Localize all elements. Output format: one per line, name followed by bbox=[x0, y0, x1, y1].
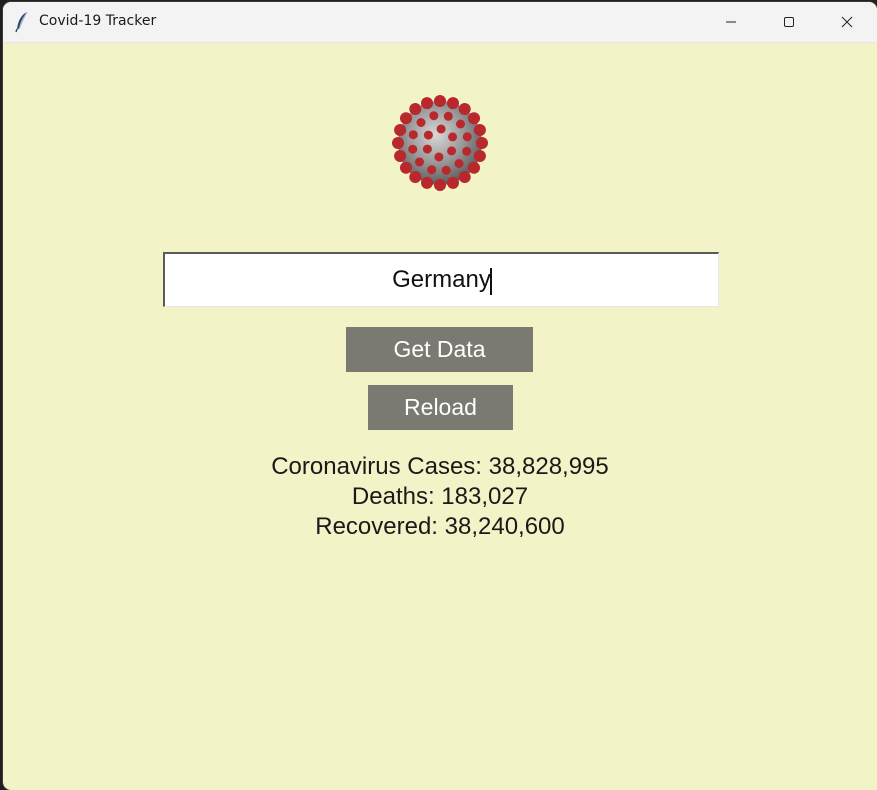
virus-spike bbox=[447, 176, 459, 189]
virus-spike bbox=[427, 165, 437, 175]
get-data-button[interactable]: Get Data bbox=[346, 327, 533, 372]
virus-spike bbox=[422, 144, 432, 154]
virus-spike bbox=[394, 150, 407, 162]
feather-icon bbox=[13, 11, 33, 33]
virus-spike bbox=[408, 144, 418, 154]
reload-button[interactable]: Reload bbox=[368, 385, 513, 430]
virus-spike bbox=[473, 124, 486, 136]
virus-spike bbox=[462, 132, 472, 142]
recovered-text: Recovered: 38,240,600 bbox=[315, 513, 565, 540]
cases-text: Coronavirus Cases: 38,828,995 bbox=[271, 453, 609, 480]
results-panel: Coronavirus Cases: 38,828,995 Deaths: 18… bbox=[153, 452, 727, 542]
virus-spike bbox=[409, 103, 422, 115]
maximize-button[interactable] bbox=[760, 2, 818, 42]
virus-spike bbox=[408, 130, 418, 140]
deaths-text: Deaths: 183,027 bbox=[351, 483, 529, 510]
title-bar[interactable]: Covid-19 Tracker bbox=[3, 2, 877, 43]
virus-spike bbox=[392, 137, 404, 149]
virus-spike bbox=[400, 161, 412, 174]
virus-spike bbox=[447, 97, 459, 110]
virus-spike bbox=[434, 95, 446, 107]
virus-spike bbox=[400, 112, 412, 125]
coronavirus-icon bbox=[377, 80, 503, 206]
virus-spike bbox=[423, 130, 433, 140]
virus-spike bbox=[468, 112, 480, 125]
virus-spike bbox=[429, 111, 439, 121]
virus-spike bbox=[468, 161, 480, 174]
virus-spike bbox=[458, 103, 471, 115]
virus-spike bbox=[473, 150, 486, 162]
virus-spike bbox=[409, 171, 422, 183]
window-title: Covid-19 Tracker bbox=[39, 13, 157, 29]
app-window: Covid-19 Tracker Get Data Reload bbox=[3, 2, 877, 790]
minimize-button[interactable] bbox=[702, 2, 760, 42]
close-button[interactable] bbox=[818, 2, 876, 42]
virus-spike bbox=[447, 146, 457, 156]
virus-spike bbox=[394, 124, 407, 136]
virus-spike bbox=[441, 165, 451, 175]
virus-spike bbox=[415, 157, 424, 167]
text-caret bbox=[490, 268, 492, 295]
virus-spike bbox=[456, 119, 465, 129]
virus-spike bbox=[421, 97, 433, 110]
virus-spike bbox=[458, 171, 471, 183]
maximize-icon bbox=[784, 17, 794, 27]
virus-spike bbox=[416, 118, 426, 127]
country-input[interactable] bbox=[163, 252, 719, 307]
close-icon bbox=[841, 16, 853, 28]
virus-spike bbox=[476, 137, 488, 149]
virus-spike bbox=[434, 152, 444, 162]
virus-spike bbox=[436, 124, 446, 134]
virus-spike bbox=[434, 179, 446, 191]
virus-spike bbox=[454, 159, 464, 168]
minimize-icon bbox=[726, 21, 736, 23]
virus-spike bbox=[462, 146, 472, 156]
virus-spike bbox=[448, 132, 458, 142]
virus-spike bbox=[443, 111, 453, 121]
virus-spike bbox=[421, 176, 433, 189]
